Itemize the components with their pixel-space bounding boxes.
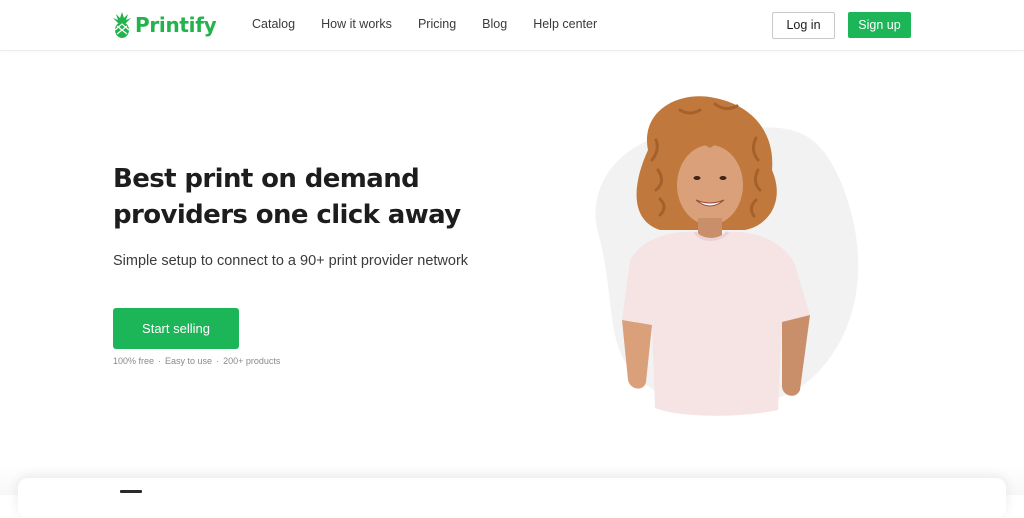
nav-blog[interactable]: Blog — [482, 17, 507, 31]
next-section-card — [18, 478, 1006, 518]
hero-title: Best print on demand providers one click… — [113, 161, 513, 233]
nav-catalog[interactable]: Catalog — [252, 17, 295, 31]
hero-title-line-2: providers one click away — [113, 200, 461, 230]
perk-separator: · — [158, 356, 162, 366]
nav-help-center[interactable]: Help center — [533, 17, 597, 31]
perk-easy: Easy to use — [165, 356, 213, 366]
perks-line: 100% free · Easy to use · 200+ products — [113, 356, 280, 366]
hero-model-image — [560, 90, 880, 420]
top-navigation-bar: Printify Catalog How it works Pricing Bl… — [0, 0, 1024, 51]
login-button[interactable]: Log in — [772, 12, 835, 39]
next-section-heading-fragment — [120, 490, 142, 493]
nav-how-it-works[interactable]: How it works — [321, 17, 392, 31]
perk-separator: · — [216, 356, 220, 366]
main-nav: Catalog How it works Pricing Blog Help c… — [252, 17, 623, 31]
hero-title-line-1: Best print on demand — [113, 164, 420, 194]
nav-pricing[interactable]: Pricing — [418, 17, 456, 31]
logo-text: Printify — [135, 13, 217, 37]
start-selling-button[interactable]: Start selling — [113, 308, 239, 349]
printify-logo[interactable]: Printify — [113, 12, 217, 38]
perk-free: 100% free — [113, 356, 155, 366]
signup-button[interactable]: Sign up — [848, 12, 911, 38]
pineapple-logo-icon — [113, 12, 131, 38]
hero-subtitle: Simple setup to connect to a 90+ print p… — [113, 253, 469, 269]
perk-products: 200+ products — [223, 356, 281, 366]
